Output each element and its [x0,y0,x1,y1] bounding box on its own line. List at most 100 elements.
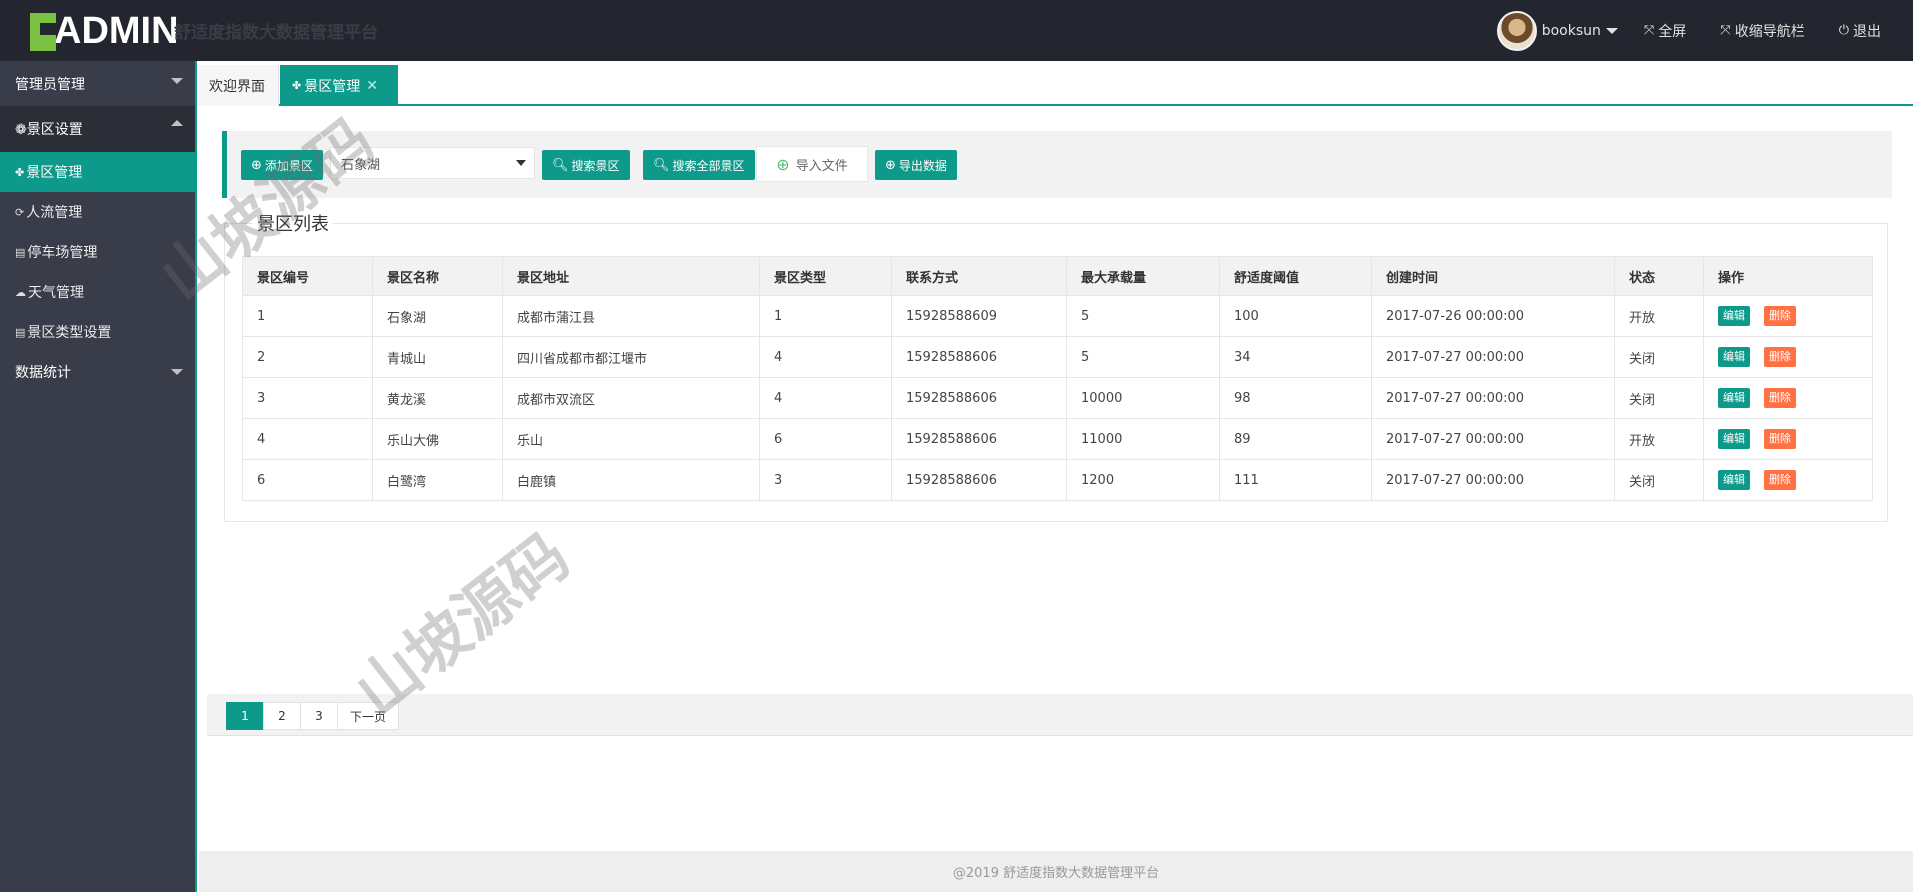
table-cell: 11000 [1066,418,1220,460]
plus-circle-icon: ⊕ [776,154,790,174]
table-cell: 4 [242,418,373,460]
delete-button[interactable]: 删除 [1764,306,1796,326]
export-data-button[interactable]: ⊕ 导出数据 [875,150,957,180]
app-logo[interactable]: ADMIN [28,8,179,54]
chevron-up-icon [171,120,183,126]
edit-button[interactable]: 编辑 [1718,306,1750,326]
table-cell: 2017-07-27 00:00:00 [1371,377,1615,419]
table-cell: 100 [1219,295,1372,337]
table-cell: 成都市双流区 [502,377,760,419]
delete-button[interactable]: 删除 [1764,347,1796,367]
sidebar-group-scenic-settings[interactable]: ❁景区设置 [0,106,195,152]
app-title: 舒适度指数大数据管理平台 [174,23,378,43]
column-header: 景区编号 [242,256,373,296]
table-row: 1 石象湖 成都市蒲江县 1 15928588609 5 100 2017-07-26 00:… [242,295,1873,337]
column-header: 景区名称 [372,256,503,296]
search-icon: 🔍︎ [653,157,670,173]
table-cell: 6 [759,418,892,460]
table-cell: 15928588606 [891,418,1067,460]
edit-button[interactable]: 编辑 [1718,347,1750,367]
sidebar-item-label: 停车场管理 [27,245,98,261]
tab-label: 景区管理 [304,78,361,95]
cloud-icon: ☁ [15,285,26,299]
table-row: 4 乐山大佛 乐山 6 15928588606 11000 89 2017-07-27 00:… [242,418,1873,460]
table-cell: 白鹿镇 [502,459,760,501]
search-all-label: 搜索全部景区 [672,158,745,173]
top-header: ADMIN 舒适度指数大数据管理平台 booksun ⤧ 全屏 ⤧ 收缩导航栏 … [0,0,1913,61]
page-button[interactable]: 2 [263,702,301,730]
fullscreen-button[interactable]: ⤧ 全屏 [1644,21,1686,41]
table-cell: 开放 [1614,295,1704,337]
shrink-icon: ⤧ [1720,23,1731,38]
search-icon: 🔍︎ [552,157,569,173]
sidebar-item-parking[interactable]: ▤ 停车场管理 [0,232,195,272]
delete-button[interactable]: 删除 [1764,470,1796,490]
fullscreen-label: 全屏 [1658,23,1687,40]
sidebar-group-statistics[interactable]: 数据统计 [0,352,195,392]
page-button[interactable]: 1 [226,702,264,730]
list-icon: ▤ [15,245,26,259]
user-menu[interactable]: booksun [1542,23,1618,39]
sidebar-item-scenic-types[interactable]: ▤ 景区类型设置 [0,312,195,352]
table-cell: 5 [1066,295,1220,337]
chevron-down-icon [171,78,183,84]
table-cell: 2 [242,336,373,378]
sidebar-group-label: 管理员管理 [15,76,85,93]
column-header: 舒适度阈值 [1219,256,1372,296]
user-avatar[interactable] [1496,10,1537,51]
import-file-label: 导入文件 [795,158,848,174]
logo-text: ADMIN [54,10,179,52]
chevron-down-icon [516,160,526,166]
import-file-button[interactable]: ⊕ 导入文件 [756,146,868,182]
actions-cell: 编辑 删除 [1703,336,1873,378]
table-cell: 2017-07-27 00:00:00 [1371,336,1615,378]
table-cell: 3 [759,459,892,501]
pagination: 1 2 3 下一页 [226,702,400,730]
add-scenic-button[interactable]: ⊕ 添加景区 [241,150,323,180]
table-cell: 乐山大佛 [372,418,503,460]
actions-cell: 编辑 删除 [1703,459,1873,501]
page-button[interactable]: 3 [300,702,338,730]
list-icon: ▤ [15,325,26,339]
close-icon[interactable]: ✕ [366,78,378,94]
scenic-select[interactable]: 石象湖 [330,147,535,179]
table-cell: 15928588606 [891,377,1067,419]
table-row: 6 白鹭湾 白鹿镇 3 15928588606 1200 111 2017-07-27 00:… [242,459,1873,501]
table-cell: 关闭 [1614,377,1704,419]
logout-button[interactable]: ⏻ 退出 [1839,21,1881,41]
search-scenic-label: 搜索景区 [571,158,620,173]
column-header: 最大承载量 [1066,256,1220,296]
actions-cell: 编辑 删除 [1703,295,1873,337]
search-scenic-button[interactable]: 🔍︎ 搜索景区 [542,150,630,180]
table-cell: 石象湖 [372,295,503,337]
scenic-table: 景区编号 景区名称 景区地址 景区类型 联系方式 最大承载量 舒适度阈值 创建时… [242,256,1873,501]
logout-label: 退出 [1853,23,1881,40]
table-cell: 开放 [1614,418,1704,460]
next-page-button[interactable]: 下一页 [337,702,400,730]
sidebar-item-scenic-management[interactable]: ✤ 景区管理 [0,152,195,192]
edit-button[interactable]: 编辑 [1718,388,1750,408]
user-name: booksun [1541,22,1601,39]
table-cell: 34 [1219,336,1372,378]
sidebar-item-label: 人流管理 [26,205,83,221]
sidebar-item-label: 景区管理 [26,165,83,181]
tab-welcome[interactable]: 欢迎界面 [197,65,279,106]
scenic-list-title: 景区列表 [253,210,333,236]
sidebar-item-label: 景区类型设置 [27,325,112,341]
expand-icon: ⤧ [1643,23,1655,38]
tab-scenic-management[interactable]: ✤ 景区管理 ✕ [280,65,398,106]
sidebar-item-weather[interactable]: ☁ 天气管理 [0,272,195,312]
sidebar-group-admin[interactable]: 管理员管理 [0,61,195,106]
sidebar-item-visitor-flow[interactable]: ⟳ 人流管理 [0,192,195,232]
column-header: 状态 [1614,256,1704,296]
edit-button[interactable]: 编辑 [1718,429,1750,449]
refresh-icon: ⟳ [15,205,25,219]
collapse-nav-button[interactable]: ⤧ 收缩导航栏 [1720,21,1804,41]
edit-button[interactable]: 编辑 [1718,470,1750,490]
table-header-row: 景区编号 景区名称 景区地址 景区类型 联系方式 最大承载量 舒适度阈值 创建时… [242,256,1873,296]
search-all-button[interactable]: 🔍︎ 搜索全部景区 [643,150,755,180]
table-cell: 15928588606 [891,459,1067,501]
delete-button[interactable]: 删除 [1764,429,1796,449]
table-cell: 15928588606 [891,336,1067,378]
delete-button[interactable]: 删除 [1764,388,1796,408]
